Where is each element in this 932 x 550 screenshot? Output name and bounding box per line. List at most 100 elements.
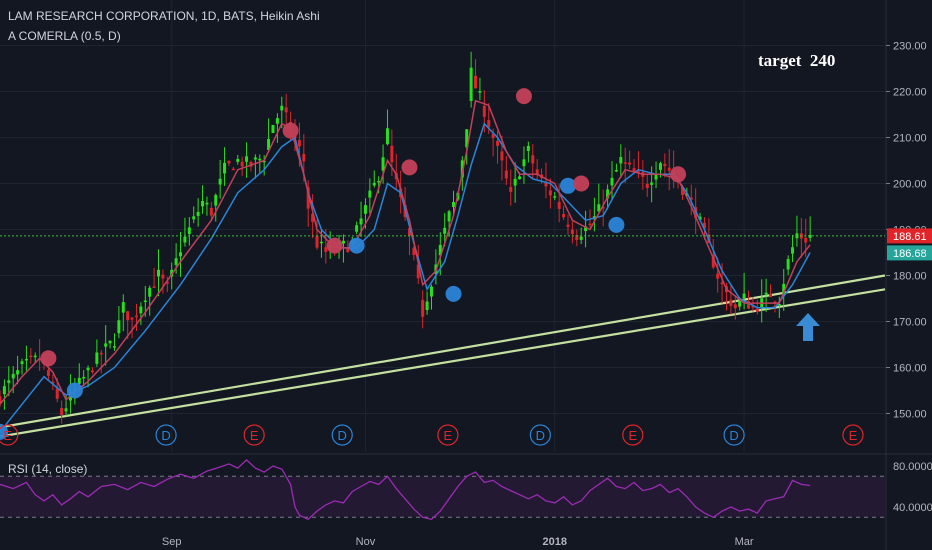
candle-body xyxy=(205,202,209,205)
candle-body xyxy=(139,306,143,314)
candle-body xyxy=(16,370,20,375)
candle-body xyxy=(381,157,385,171)
signal-marker xyxy=(40,350,57,367)
candle-body xyxy=(271,124,275,133)
price-axis: 150.00160.00170.00180.00190.00200.00210.… xyxy=(885,0,932,550)
candle-body xyxy=(209,207,213,216)
indicator-title: A COMERLA (0.5, D) xyxy=(8,29,121,43)
candle-body xyxy=(174,258,178,265)
candle-body xyxy=(755,308,759,312)
event-label: E xyxy=(628,428,637,443)
candle-body xyxy=(245,156,249,162)
x-tick-label: Sep xyxy=(162,536,182,548)
candle-body xyxy=(99,352,103,355)
candle-body xyxy=(302,153,306,162)
candle-body xyxy=(579,236,583,240)
signal-markers xyxy=(0,88,687,440)
candle-body xyxy=(236,158,240,162)
rsi-tick-label: 40.0000 xyxy=(893,502,932,514)
candle-body xyxy=(55,388,59,399)
candle-body xyxy=(729,299,733,306)
candle-body xyxy=(359,218,363,225)
candle-body xyxy=(738,300,742,307)
candle-body xyxy=(77,377,81,384)
candle-body xyxy=(808,234,812,238)
candle-body xyxy=(355,225,359,232)
candle-body xyxy=(531,155,535,164)
candle-body xyxy=(231,168,235,171)
y-tick-label: 170.00 xyxy=(893,317,927,329)
rsi-tick-label: 80.0000 xyxy=(893,461,932,473)
candle-body xyxy=(104,343,108,347)
candle-body xyxy=(421,300,425,317)
candle-body xyxy=(117,320,121,334)
candle-body xyxy=(46,369,50,376)
candle-body xyxy=(377,180,381,183)
candle-body xyxy=(196,211,200,216)
candle-body xyxy=(368,190,372,198)
rsi-pane xyxy=(0,453,932,521)
y-tick-label: 160.00 xyxy=(893,363,927,375)
candle-body xyxy=(2,386,6,395)
candle-body xyxy=(570,229,574,234)
candle-body xyxy=(500,151,504,161)
y-tick-label: 180.00 xyxy=(893,271,927,283)
candle-body xyxy=(24,358,28,361)
candle-body xyxy=(526,145,530,151)
candle-body xyxy=(663,163,667,167)
candle-body xyxy=(280,105,284,111)
candle-body xyxy=(227,160,231,164)
event-label: D xyxy=(161,428,170,443)
event-label: E xyxy=(3,428,12,443)
candle-body xyxy=(121,302,125,313)
candle-body xyxy=(628,162,632,165)
trendline xyxy=(0,288,886,438)
candle-body xyxy=(385,128,389,145)
candle-body xyxy=(95,352,99,364)
candle-body xyxy=(161,274,165,279)
candle-body xyxy=(258,158,262,161)
signal-marker xyxy=(66,382,83,399)
candle-body xyxy=(11,373,15,379)
candle-body xyxy=(108,340,112,344)
candle-body xyxy=(240,161,244,167)
candle-body xyxy=(29,355,33,358)
candle-body xyxy=(7,380,11,384)
event-label: E xyxy=(250,428,259,443)
candle-body xyxy=(614,170,618,172)
event-label: E xyxy=(849,428,858,443)
candle-body xyxy=(429,286,433,297)
candle-body xyxy=(187,227,191,235)
event-label: D xyxy=(338,428,347,443)
candle-body xyxy=(33,355,37,358)
event-markers: EDEDEDEDE xyxy=(0,424,864,446)
candle-body xyxy=(64,408,68,412)
candle-body xyxy=(588,223,592,226)
signal-marker xyxy=(445,285,462,302)
candle-body xyxy=(192,216,196,220)
candle-body xyxy=(315,236,319,248)
x-tick-label: Nov xyxy=(356,536,376,548)
candle-body xyxy=(447,211,451,222)
candle-body xyxy=(346,248,350,253)
signal-marker xyxy=(282,122,299,139)
candle-body xyxy=(112,346,116,348)
candle-body xyxy=(82,376,86,379)
candle-body xyxy=(645,183,649,188)
candle-body xyxy=(297,140,301,147)
up-arrow-shape xyxy=(796,313,820,341)
candle-body xyxy=(275,118,279,124)
candle-body xyxy=(791,247,795,254)
x-tick-label: Mar xyxy=(735,536,754,548)
candle-body xyxy=(769,294,773,298)
event-label: E xyxy=(444,428,453,443)
candle-body xyxy=(474,75,478,89)
signal-marker xyxy=(573,175,590,192)
signal-marker xyxy=(348,237,365,254)
time-axis: SepNov2018MarMayJulSep xyxy=(162,536,932,548)
candle-body xyxy=(152,286,156,288)
candle-body xyxy=(90,370,94,373)
up-arrow-icon xyxy=(796,313,820,341)
candle-body xyxy=(650,182,654,185)
candle-body xyxy=(324,247,328,252)
